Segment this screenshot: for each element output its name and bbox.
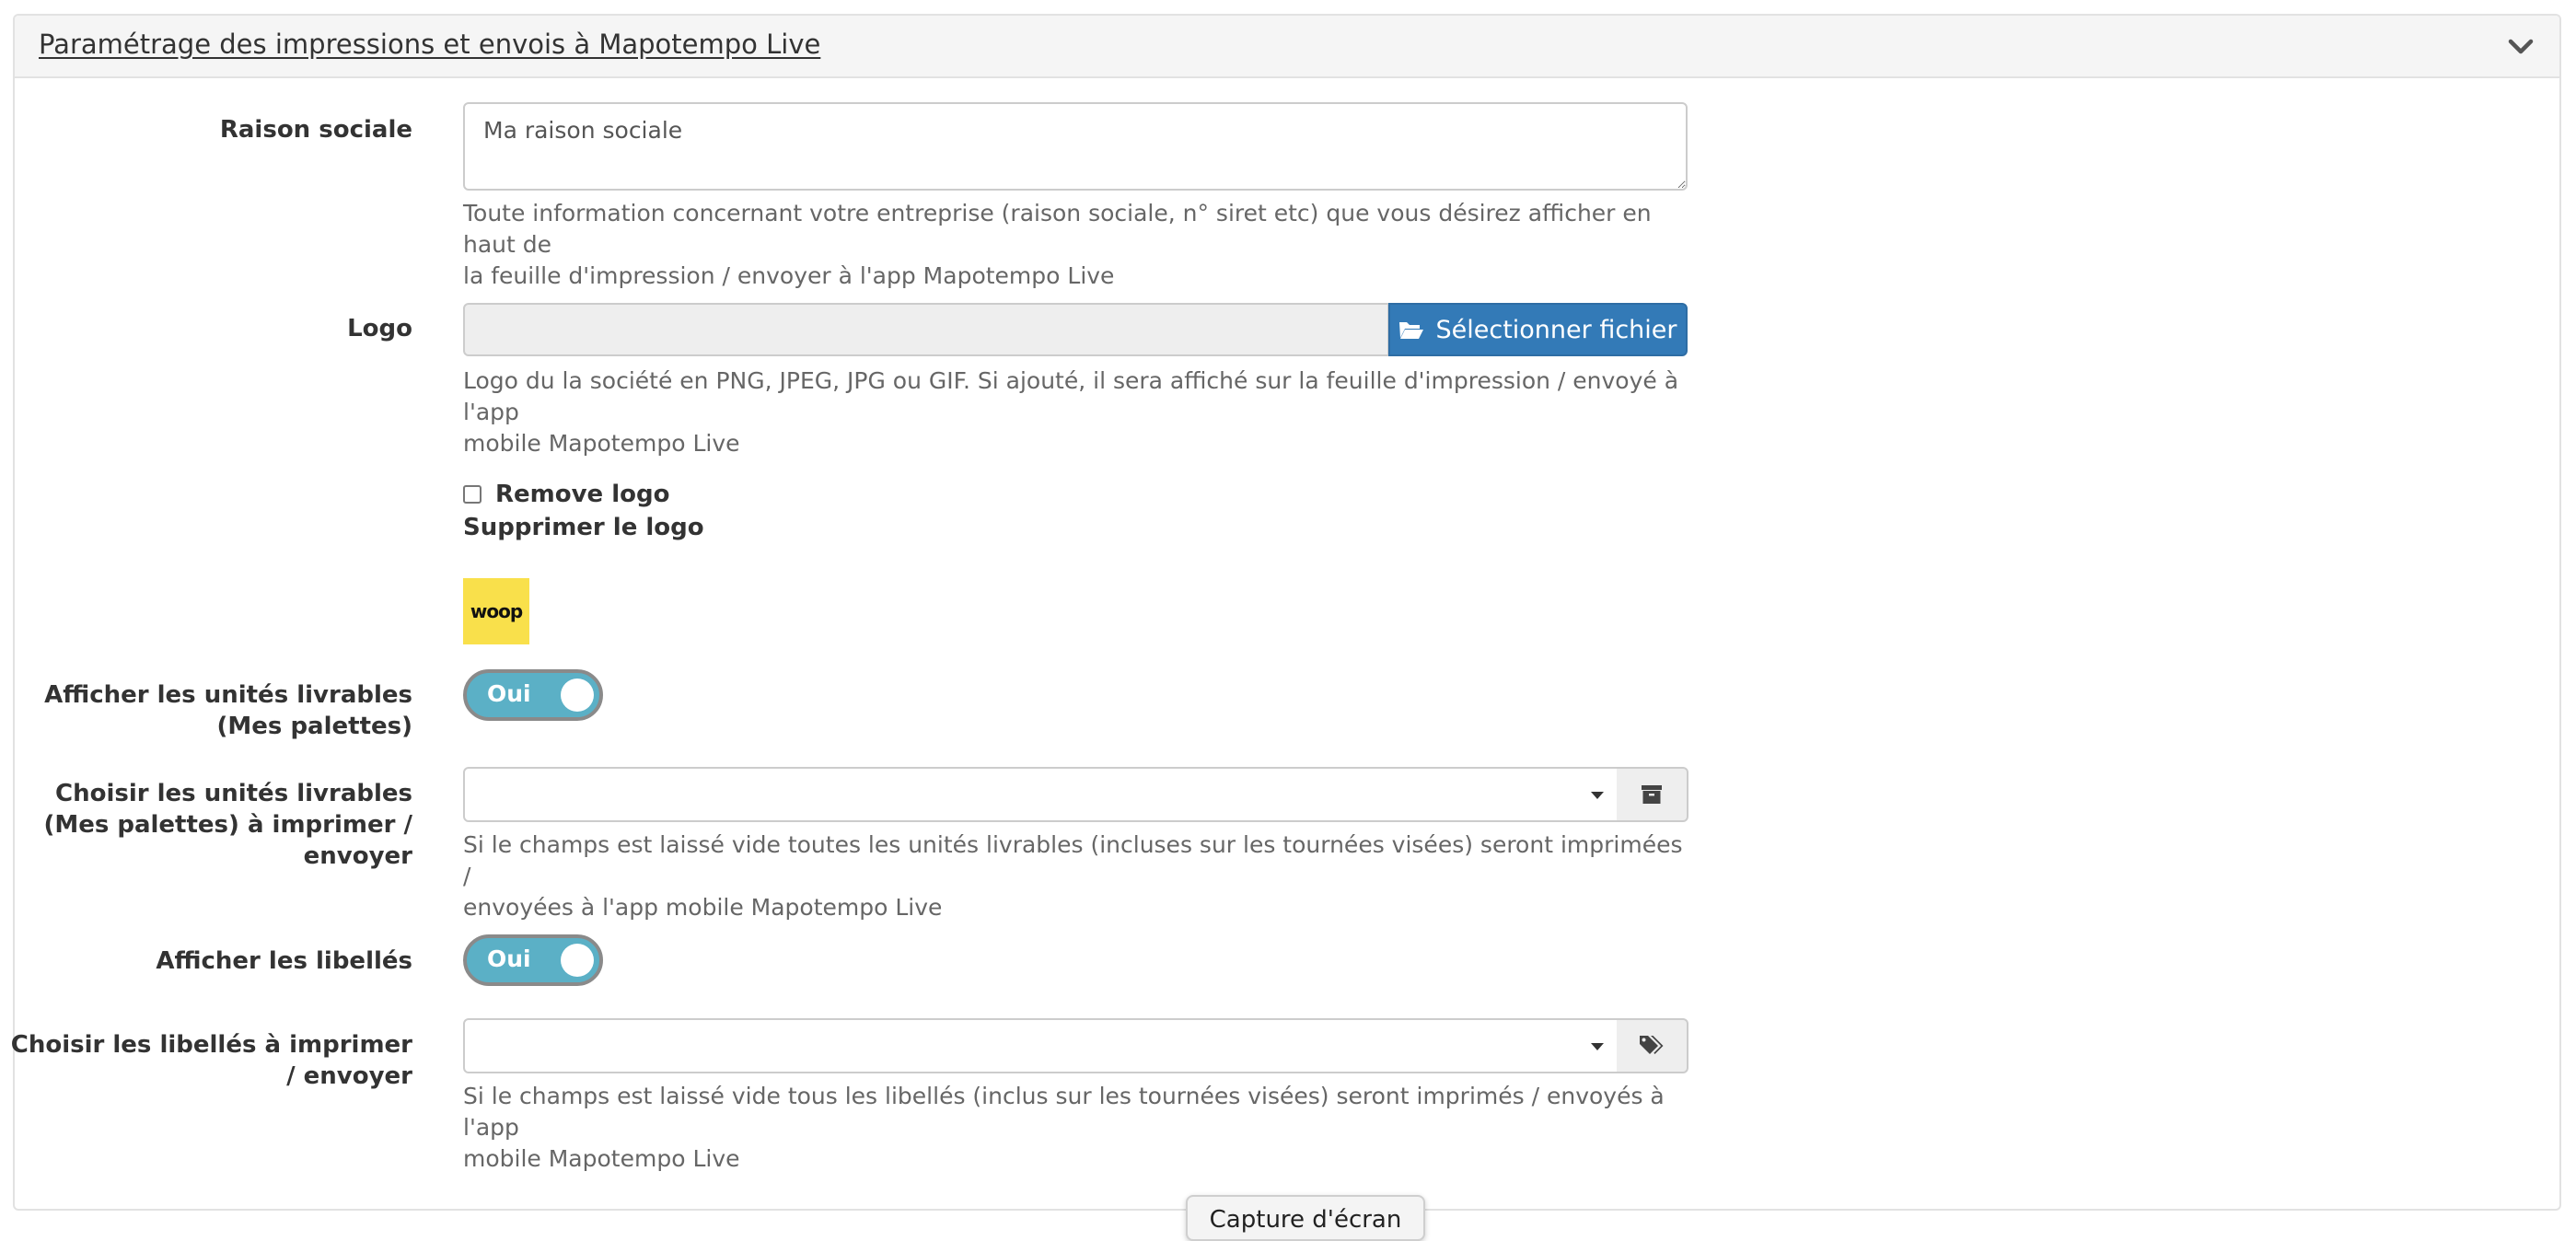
tags-toggle-label: Afficher les libellés — [156, 947, 412, 975]
deliverable-units-toggle-label: Afficher les unités livrables (Mes palet… — [44, 679, 412, 742]
toggle-state: Oui — [487, 945, 531, 972]
help-line: Si le champs est laissé vide toutes les … — [463, 831, 1683, 889]
tags-help: Si le champs est laissé vide tous les li… — [463, 1081, 1697, 1175]
label-line: Afficher les unités livrables — [44, 681, 412, 709]
logo-label: Logo — [347, 315, 412, 342]
remove-logo-checkbox[interactable] — [463, 485, 482, 504]
label-line: (Mes palettes) à imprimer / — [43, 811, 412, 839]
deliverable-units-help: Si le champs est laissé vide toutes les … — [463, 829, 1697, 923]
remove-logo-sublabel: Supprimer le logo — [463, 514, 704, 541]
label-line: (Mes palettes) — [216, 713, 412, 740]
screenshot-button[interactable]: Capture d'écran — [1186, 1195, 1425, 1241]
toggle-knob — [561, 678, 594, 712]
help-line: Si le champs est laissé vide tous les li… — [463, 1083, 1665, 1141]
label-line: / envoyer — [286, 1062, 412, 1090]
select-file-label: Sélectionner fichier — [1435, 315, 1677, 344]
toggle-knob — [561, 944, 594, 977]
help-line: mobile Mapotempo Live — [463, 1145, 740, 1172]
tags-icon — [1640, 1036, 1664, 1054]
deliverable-units-select-label: Choisir les unités livrables (Mes palett… — [43, 778, 412, 872]
logo-thumbnail: woop — [463, 578, 529, 644]
label-line: Choisir les unités livrables — [55, 780, 412, 807]
toggle-state: Oui — [487, 680, 531, 707]
raison-sociale-help: Toute information concernant votre entre… — [463, 198, 1697, 292]
raison-sociale-input[interactable]: Ma raison sociale — [463, 102, 1688, 191]
label-line: envoyer — [303, 842, 412, 870]
logo-thumbnail-text: woop — [470, 600, 523, 622]
deliverable-units-addon — [1617, 767, 1688, 822]
deliverable-units-select[interactable] — [463, 767, 1619, 822]
logo-help: Logo du la société en PNG, JPEG, JPG ou … — [463, 365, 1697, 459]
folder-open-icon — [1399, 322, 1424, 339]
help-line: la feuille d'impression / envoyer à l'ap… — [463, 262, 1115, 289]
tags-addon — [1617, 1018, 1688, 1073]
panel-heading[interactable]: Paramétrage des impressions et envois à … — [15, 16, 2559, 78]
tags-select-label: Choisir les libellés à imprimer / envoye… — [11, 1029, 412, 1092]
help-line: Toute information concernant votre entre… — [463, 200, 1652, 258]
label-line: Choisir les libellés à imprimer — [10, 1031, 412, 1059]
raison-sociale-label: Raison sociale — [219, 116, 412, 144]
help-line: mobile Mapotempo Live — [463, 430, 740, 457]
caret-down-icon — [1591, 792, 1604, 799]
remove-logo-label[interactable]: Remove logo — [495, 481, 670, 508]
select-file-button[interactable]: Sélectionner fichier — [1388, 303, 1688, 356]
logo-file-path[interactable] — [463, 303, 1389, 356]
chevron-down-icon[interactable] — [2506, 32, 2535, 62]
caret-down-icon — [1591, 1043, 1604, 1050]
help-line: envoyées à l'app mobile Mapotempo Live — [463, 894, 943, 921]
deliverable-units-toggle[interactable]: Oui — [463, 669, 603, 721]
archive-icon — [1642, 785, 1662, 804]
tags-toggle[interactable]: Oui — [463, 934, 603, 986]
panel-title[interactable]: Paramétrage des impressions et envois à … — [39, 29, 820, 60]
tags-select[interactable] — [463, 1018, 1619, 1073]
help-line: Logo du la société en PNG, JPEG, JPG ou … — [463, 367, 1679, 425]
